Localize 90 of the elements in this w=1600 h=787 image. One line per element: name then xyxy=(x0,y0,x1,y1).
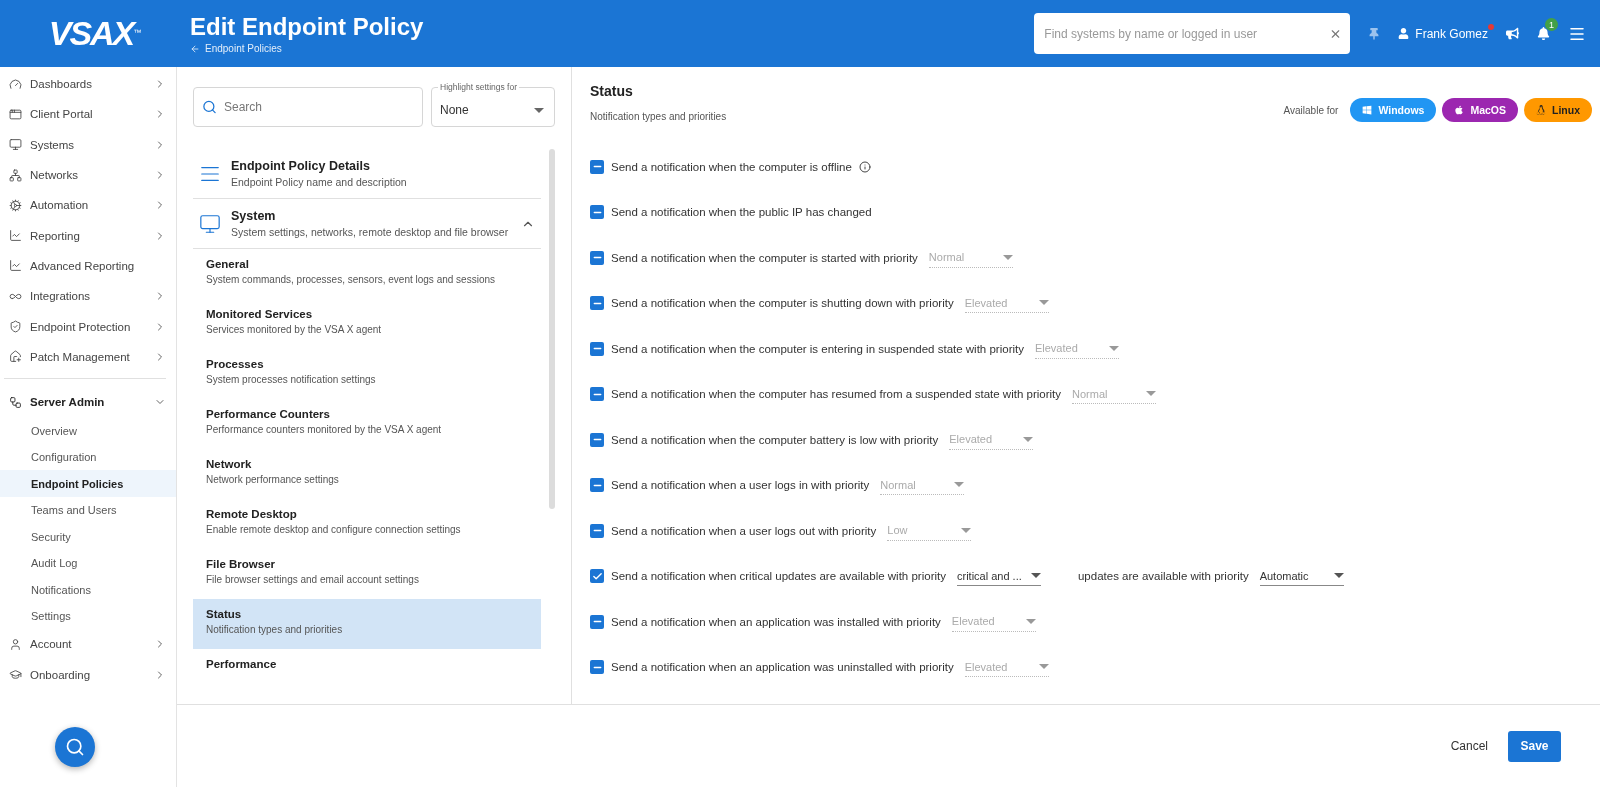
settings-search-field[interactable]: Search xyxy=(193,87,423,127)
megaphone-icon[interactable] xyxy=(1506,27,1519,40)
settings-item[interactable]: Performance xyxy=(193,649,541,699)
status-dot xyxy=(1488,23,1494,30)
monitor-icon xyxy=(199,212,221,235)
priority-select[interactable]: Automatic xyxy=(1259,566,1344,587)
nav-item[interactable]: Advanced Reporting xyxy=(0,250,176,282)
graduation-cap-icon xyxy=(9,668,22,682)
settings-item[interactable]: Status Notification types and priorities xyxy=(193,599,541,649)
nav-item[interactable]: Server Admin xyxy=(0,386,176,418)
settings-item[interactable]: Monitored Services Services monitored by the VSA X agent xyxy=(193,299,541,349)
option-label: Send a notification when the computer has resumed from a suspended state with priority xyxy=(611,388,1062,401)
scrollbar[interactable] xyxy=(549,149,555,509)
gears-icon xyxy=(9,198,22,212)
user-icon xyxy=(1398,28,1410,39)
search-button[interactable] xyxy=(55,727,95,767)
option-label: Send a notification when an application was installed with priority xyxy=(611,615,941,628)
nav-subitem[interactable]: Notifications xyxy=(0,576,176,603)
option-label: Send a notification when the computer is shutting down with priority xyxy=(611,297,954,310)
bell-icon[interactable] xyxy=(1537,27,1550,40)
settings-section[interactable]: Endpoint Policy Details Endpoint Policy name and description xyxy=(193,149,541,199)
search-icon xyxy=(202,99,217,115)
cancel-button[interactable]: Cancel xyxy=(1444,731,1494,761)
option-label: Send a notification when the computer is offline xyxy=(611,160,852,173)
nav-item[interactable]: Endpoint Protection xyxy=(0,311,176,342)
line-chart-icon xyxy=(9,229,22,243)
section-title: Status xyxy=(590,83,634,99)
page-title: Edit Endpoint Policy xyxy=(190,13,425,41)
trademark: ™ xyxy=(133,28,142,37)
penguin-icon xyxy=(1536,105,1546,115)
settings-item[interactable]: Remote Desktop Enable remote desktop and configure connection settings xyxy=(193,499,541,549)
nav-subitem[interactable]: Settings xyxy=(0,602,176,630)
nav-item[interactable]: Account xyxy=(0,629,176,660)
nav-subitem[interactable]: Security xyxy=(0,523,176,550)
user-menu[interactable]: Frank Gomez xyxy=(1398,26,1488,41)
nav-subitem[interactable]: Teams and Users xyxy=(0,496,176,524)
system-search-field[interactable]: Find systems by name or logged in user xyxy=(1034,13,1351,54)
notification-badge: 1 xyxy=(1545,18,1558,31)
nav-item[interactable]: Systems xyxy=(0,129,176,160)
nav-item[interactable]: Networks xyxy=(0,159,176,191)
logo: VSAX xyxy=(48,14,134,53)
available-label: Available for xyxy=(1283,104,1339,116)
hierarchy-icon xyxy=(9,395,22,409)
settings-item[interactable]: General System commands, processes, sensors, event logs and sessions xyxy=(193,249,541,299)
nav-item[interactable]: Integrations xyxy=(0,281,176,312)
nav-item[interactable]: Reporting xyxy=(0,220,176,251)
nav-subitem[interactable]: Configuration xyxy=(0,443,176,471)
option-label: Send a notification when the computer is entering in suspended state with priority xyxy=(611,342,1024,355)
window-icon xyxy=(9,107,22,121)
monitor-icon xyxy=(9,138,22,152)
nav-subitem[interactable]: Audit Log xyxy=(0,549,176,577)
option-label: Send a notification when the computer is started with priority xyxy=(611,251,918,264)
user-icon xyxy=(9,637,22,651)
option-label: Send a notification when critical updates are available with priority xyxy=(611,570,946,583)
pin-icon[interactable] xyxy=(1368,27,1381,40)
option-label: Send a notification when a user logs in with priority xyxy=(611,479,870,492)
option-label: Send a notification when an application was uninstalled with priority xyxy=(611,661,954,674)
section-subtitle: Notification types and priorities xyxy=(590,111,727,122)
priority-select[interactable]: critical and ... xyxy=(956,566,1041,587)
platform-chip: Windows xyxy=(1350,98,1437,122)
settings-item[interactable]: Processes System processes notification settings xyxy=(193,349,541,399)
nav-subitem[interactable]: Overview xyxy=(0,417,176,444)
back-link[interactable]: Endpoint Policies xyxy=(190,43,282,54)
shield-icon xyxy=(9,320,22,333)
settings-item[interactable]: Network Network performance settings xyxy=(193,449,541,499)
gauge-icon xyxy=(9,77,22,91)
search-icon xyxy=(65,737,85,757)
nav-item[interactable]: Patch Management xyxy=(0,341,176,372)
nav-item[interactable]: Automation xyxy=(0,190,176,221)
platform-chip: MacOS xyxy=(1442,98,1518,122)
option-label: updates are available with priority xyxy=(1077,570,1249,583)
nav-subitem[interactable]: Endpoint Policies xyxy=(0,470,176,497)
nav-item[interactable]: Client Portal xyxy=(0,99,176,130)
windows-icon xyxy=(1362,105,1373,115)
line-chart-icon xyxy=(9,259,22,273)
info-icon[interactable] xyxy=(858,160,871,173)
option-label: Send a notification when the computer battery is low with priority xyxy=(611,433,939,446)
settings-item[interactable]: Performance Counters Performance counters monitored by the VSA X agent xyxy=(193,399,541,449)
settings-section[interactable]: System System settings, networks, remote desktop and file browser xyxy=(193,199,541,249)
option-label: Send a notification when the public IP has changed xyxy=(611,206,872,219)
house-icon xyxy=(9,350,22,364)
save-button[interactable]: Save xyxy=(1508,730,1561,762)
option-label: Send a notification when a user logs out with priority xyxy=(611,524,877,537)
apple-icon xyxy=(1454,105,1465,115)
nav-item[interactable]: Onboarding xyxy=(0,659,176,690)
network-icon xyxy=(9,168,22,182)
arrow-left-icon xyxy=(190,43,200,54)
settings-item[interactable]: File Browser File browser settings and email account settings xyxy=(193,549,541,599)
platform-chip: Linux xyxy=(1524,98,1592,122)
nav-item[interactable]: Dashboards xyxy=(0,69,176,100)
